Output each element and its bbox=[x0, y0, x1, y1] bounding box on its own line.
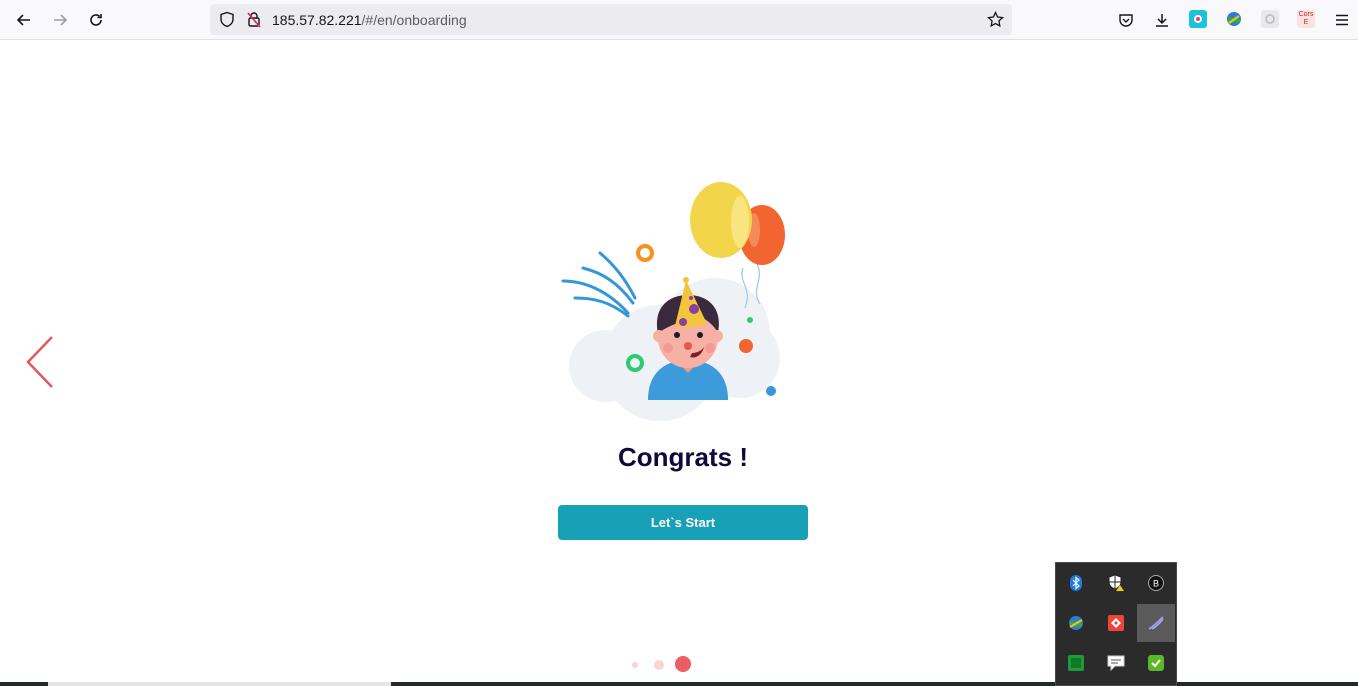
back-button[interactable] bbox=[12, 8, 36, 32]
green-app-icon[interactable] bbox=[1057, 644, 1095, 682]
carousel-dot-3-active[interactable] bbox=[675, 656, 691, 672]
insecure-lock-icon[interactable] bbox=[246, 11, 262, 28]
reload-button[interactable] bbox=[84, 8, 108, 32]
security-warning-icon[interactable] bbox=[1097, 564, 1135, 602]
extension-color-picker-icon[interactable] bbox=[1189, 10, 1207, 28]
download-icon bbox=[1156, 14, 1168, 27]
carousel-dot-1[interactable] bbox=[632, 662, 638, 668]
pocket-icon bbox=[1119, 14, 1133, 27]
reload-icon bbox=[90, 14, 102, 26]
app-b-icon[interactable]: B bbox=[1137, 564, 1175, 602]
url-text[interactable]: 185.57.82.221/#/en/onboarding bbox=[272, 12, 467, 28]
url-host: 185.57.82.221 bbox=[272, 12, 362, 28]
hamburger-menu-icon bbox=[1336, 14, 1348, 26]
check-shield-icon[interactable] bbox=[1137, 644, 1175, 682]
svg-text:B: B bbox=[1153, 579, 1159, 589]
back-arrow-icon bbox=[16, 14, 30, 26]
downloads-button[interactable] bbox=[1150, 8, 1174, 32]
app-menu-button[interactable] bbox=[1330, 8, 1354, 32]
carousel-dot-2[interactable] bbox=[654, 660, 664, 670]
extension-cors-icon[interactable]: Cors E bbox=[1297, 10, 1315, 28]
forward-button[interactable] bbox=[48, 8, 72, 32]
url-path: /#/en/onboarding bbox=[361, 12, 467, 28]
extension-gear-icon[interactable] bbox=[1261, 10, 1279, 28]
previous-slide-arrow-icon[interactable] bbox=[22, 335, 58, 389]
system-tray-overflow: B bbox=[1055, 562, 1177, 686]
forward-arrow-icon bbox=[54, 14, 68, 26]
tracking-shield-icon[interactable] bbox=[219, 11, 235, 28]
address-bar[interactable]: 185.57.82.221/#/en/onboarding bbox=[210, 4, 1012, 35]
page-title: Congrats ! bbox=[618, 442, 748, 472]
celebration-illustration bbox=[561, 182, 785, 421]
bluetooth-icon[interactable] bbox=[1057, 564, 1095, 602]
browser-toolbar: 185.57.82.221/#/en/onboarding Cors E bbox=[0, 0, 1358, 40]
feather-icon[interactable] bbox=[1137, 604, 1175, 642]
anydesk-icon[interactable] bbox=[1097, 604, 1135, 642]
extension-globe-icon[interactable] bbox=[1225, 10, 1243, 28]
lets-start-button[interactable]: Let`s Start bbox=[558, 505, 808, 540]
chat-icon[interactable] bbox=[1097, 644, 1135, 682]
pocket-button[interactable] bbox=[1114, 8, 1138, 32]
bookmark-star-icon[interactable] bbox=[987, 11, 1004, 28]
network-globe-icon[interactable] bbox=[1057, 604, 1095, 642]
